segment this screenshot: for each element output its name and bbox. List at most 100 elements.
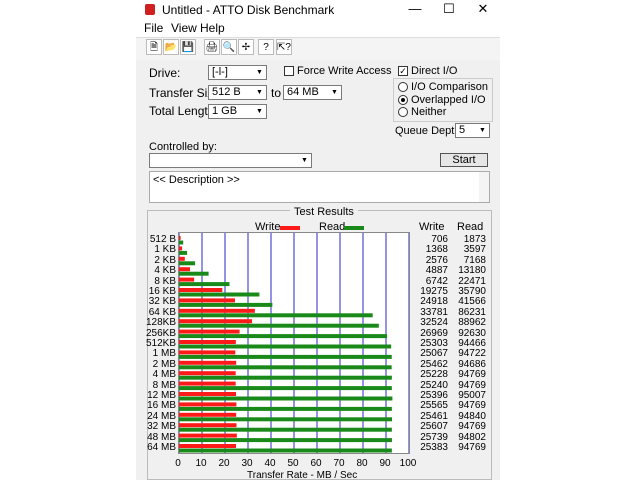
read-value: 94686 (458, 358, 486, 370)
write-value: 24918 (420, 296, 448, 308)
save-icon[interactable]: 💾 (180, 39, 196, 55)
radio-overlapped-io[interactable] (398, 95, 408, 105)
maximize-icon[interactable]: ☐ (434, 0, 464, 18)
write-bar (179, 423, 237, 428)
write-bar (179, 329, 240, 334)
read-bar (179, 302, 273, 307)
category-label: 64 KB (148, 306, 176, 318)
read-value: 94769 (458, 442, 486, 453)
read-bar (179, 396, 393, 401)
write-bar (179, 288, 223, 292)
radio-io-comparison[interactable] (398, 82, 408, 92)
read-value: 88962 (458, 317, 486, 329)
test-results-title: Test Results (290, 206, 358, 218)
x-axis-label: Transfer Rate - MB / Sec (247, 470, 358, 481)
x-tick-label: 20 (218, 458, 230, 469)
write-value: 25739 (420, 431, 448, 443)
transfer-from-value: 512 B (212, 86, 241, 98)
read-bar (179, 282, 230, 287)
category-label: 512 B (149, 234, 176, 245)
menu-help[interactable]: Help (200, 21, 225, 35)
read-value: 94769 (458, 421, 486, 433)
read-bar (179, 438, 392, 443)
open-folder-icon[interactable]: 📂 (163, 39, 179, 55)
total-length-select[interactable]: 1 GB ▼ (208, 104, 267, 119)
move-icon[interactable]: ✢ (238, 39, 254, 55)
read-value: 35790 (458, 286, 486, 297)
queue-depth-select[interactable]: 5 ▼ (455, 123, 490, 138)
write-bar (179, 381, 236, 386)
legend-write-swatch (280, 226, 300, 230)
write-value: 25067 (420, 348, 448, 360)
description-field[interactable]: << Description >> (149, 171, 490, 203)
read-bar (179, 386, 392, 391)
write-value: 25565 (420, 400, 448, 412)
drive-value: [-l-] (212, 66, 228, 78)
write-bar (179, 433, 237, 438)
read-bar (179, 365, 392, 370)
category-label: 256KB (145, 327, 176, 339)
write-bar (179, 256, 185, 261)
write-value: 26969 (420, 327, 448, 339)
read-value: 3597 (463, 244, 486, 256)
chevron-down-icon: ▼ (256, 108, 263, 115)
start-button[interactable]: Start (440, 153, 488, 167)
controlled-by-select[interactable]: ▼ (149, 153, 312, 168)
write-value: 25303 (420, 338, 448, 349)
write-bar (179, 360, 237, 365)
write-value: 1368 (425, 244, 448, 256)
category-label: 128KB (145, 317, 176, 329)
read-bar (179, 427, 392, 432)
write-value: 25461 (420, 410, 448, 422)
write-value: 706 (431, 234, 448, 245)
write-bar (179, 246, 183, 251)
read-bar (179, 240, 184, 245)
transfer-size-to-select[interactable]: 64 MB ▼ (283, 85, 342, 100)
read-bar (179, 448, 392, 453)
chart-svg (178, 233, 410, 453)
force-write-checkbox[interactable] (284, 66, 294, 76)
context-help-icon[interactable]: ⇱? (276, 39, 292, 55)
category-label: 32 KB (148, 296, 176, 308)
print-preview-icon[interactable]: 🔍 (221, 39, 237, 55)
controlled-by-label: Controlled by: (149, 141, 217, 153)
write-bar (179, 308, 255, 313)
read-value: 94802 (458, 431, 486, 443)
read-value: 94722 (458, 348, 486, 360)
description-scrollbar[interactable] (479, 172, 489, 202)
read-value: 41566 (458, 296, 486, 308)
write-value: 2576 (425, 254, 448, 266)
chevron-down-icon: ▼ (256, 69, 263, 76)
read-value: 94769 (458, 369, 486, 381)
read-value: 22471 (458, 275, 486, 287)
transfer-size-from-select[interactable]: 512 B ▼ (208, 85, 267, 100)
write-value: 6742 (425, 275, 448, 287)
category-label: 2 KB (154, 254, 176, 266)
print-icon[interactable]: 🖨 (204, 39, 220, 55)
read-value: 94769 (458, 400, 486, 412)
window-title: Untitled - ATTO Disk Benchmark (162, 3, 335, 17)
write-bar (179, 371, 236, 376)
chevron-down-icon: ▼ (479, 127, 486, 134)
read-bar (179, 313, 373, 318)
category-label: 4 MB (152, 369, 176, 381)
read-value: 94840 (458, 410, 486, 422)
read-bar (179, 354, 392, 359)
new-file-icon[interactable]: 🗎 (146, 39, 162, 55)
write-value: 4887 (425, 265, 448, 277)
drive-select[interactable]: [-l-] ▼ (208, 65, 267, 80)
x-tick-label: 70 (333, 458, 345, 469)
neither-label: Neither (411, 106, 447, 118)
category-label: 1 MB (152, 348, 176, 360)
radio-neither[interactable] (398, 107, 408, 117)
menu-file[interactable]: File (144, 21, 163, 35)
close-icon[interactable]: ✕ (468, 0, 498, 18)
menu-view[interactable]: View (171, 21, 197, 35)
direct-io-checkbox[interactable]: ✓ (398, 66, 408, 76)
read-value: 7168 (463, 254, 486, 266)
minimize-icon[interactable]: — (400, 0, 430, 18)
x-tick-label: 100 (399, 458, 417, 469)
read-bar (179, 334, 388, 339)
read-value: 94769 (458, 379, 486, 391)
info-icon[interactable]: ? (258, 39, 274, 55)
